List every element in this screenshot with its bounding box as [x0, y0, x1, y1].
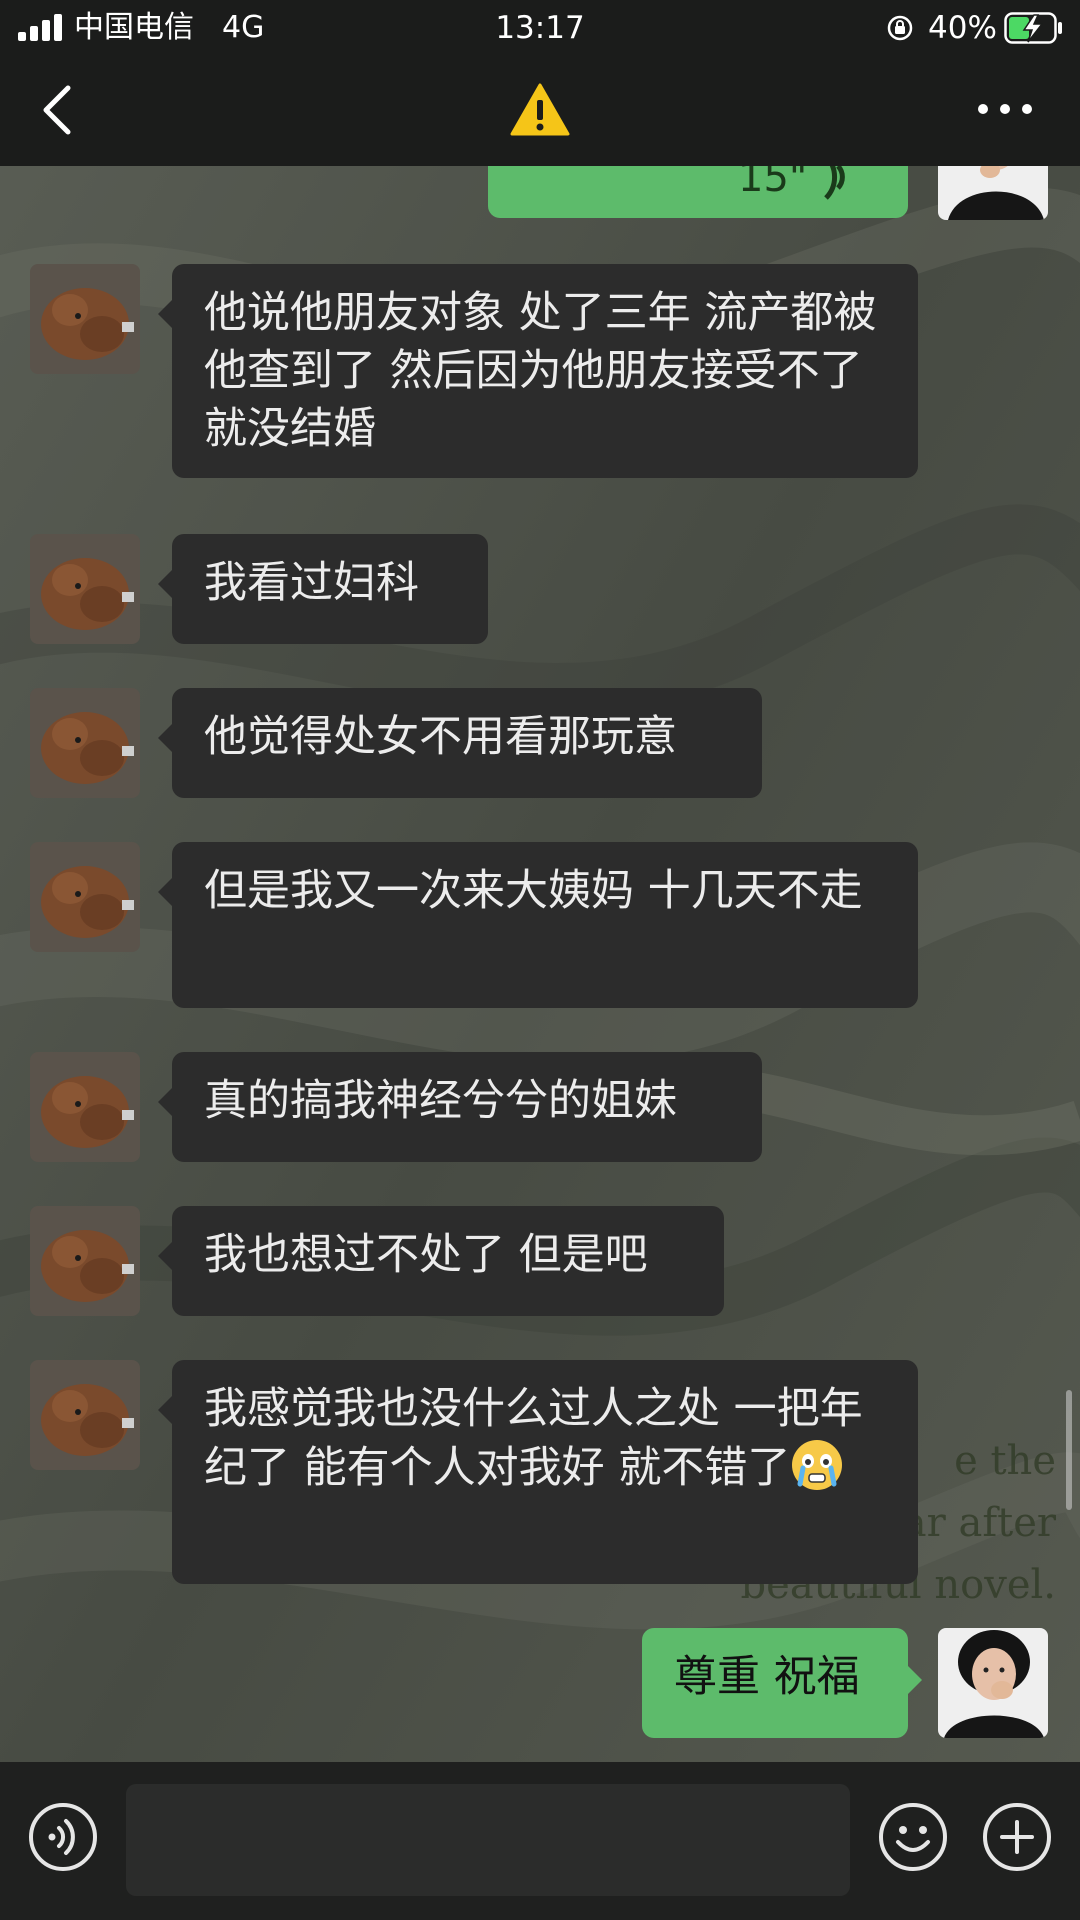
- voice-input-icon[interactable]: [28, 1802, 98, 1872]
- scroll-indicator[interactable]: [1066, 1390, 1072, 1510]
- battery-percent: 40%: [928, 10, 997, 46]
- message-bubble[interactable]: 他觉得处女不用看那玩意: [158, 688, 762, 798]
- contact-avatar[interactable]: [30, 1360, 140, 1470]
- contact-avatar[interactable]: [30, 842, 140, 952]
- more-functions-icon[interactable]: [982, 1802, 1052, 1872]
- contact-avatar[interactable]: [30, 688, 140, 798]
- contact-avatar[interactable]: [30, 1206, 140, 1316]
- message-bubble[interactable]: 我也想过不处了 但是吧: [158, 1206, 724, 1316]
- back-arrow-icon[interactable]: [34, 82, 84, 138]
- message-text: 我感觉我也没什么过人之处 一把年纪了 能有个人对我好 就不错了: [204, 1384, 863, 1493]
- chat-header: [0, 56, 1080, 166]
- message-input[interactable]: [126, 1784, 850, 1896]
- battery-charging-icon: [1004, 12, 1062, 44]
- input-bar: [0, 1762, 1080, 1920]
- rotation-lock-icon: [887, 15, 913, 41]
- crying-face-emoji: [792, 1440, 843, 1490]
- message-bubble[interactable]: 我看过妇科: [158, 534, 488, 644]
- message-list[interactable]: 15" 他说他朋友对象 处了三年 流产都被他查到了 然后因为他朋友接受不了 就没…: [0, 96, 1080, 1762]
- message-bubble[interactable]: 但是我又一次来大姨妈 十几天不走: [158, 842, 918, 1008]
- chat-screen: e the ar after beautiful novel. 中国电信 4G …: [0, 0, 1080, 1920]
- message-bubble[interactable]: 尊重 祝福: [642, 1628, 922, 1738]
- emoji-picker-icon[interactable]: [878, 1802, 948, 1872]
- message-bubble[interactable]: 他说他朋友对象 处了三年 流产都被他查到了 然后因为他朋友接受不了 就没结婚: [158, 264, 918, 478]
- clock: 13:17: [495, 10, 585, 46]
- contact-avatar[interactable]: [30, 534, 140, 644]
- message-bubble[interactable]: 我感觉我也没什么过人之处 一把年纪了 能有个人对我好 就不错了: [158, 1360, 918, 1584]
- my-avatar[interactable]: [938, 1628, 1048, 1738]
- warning-icon[interactable]: [510, 82, 570, 138]
- contact-avatar[interactable]: [30, 1052, 140, 1162]
- more-options-icon[interactable]: [975, 94, 1035, 124]
- contact-avatar[interactable]: [30, 264, 140, 374]
- message-bubble[interactable]: 真的搞我神经兮兮的姐妹: [158, 1052, 762, 1162]
- status-bar: 中国电信 4G 13:17 40%: [0, 0, 1080, 56]
